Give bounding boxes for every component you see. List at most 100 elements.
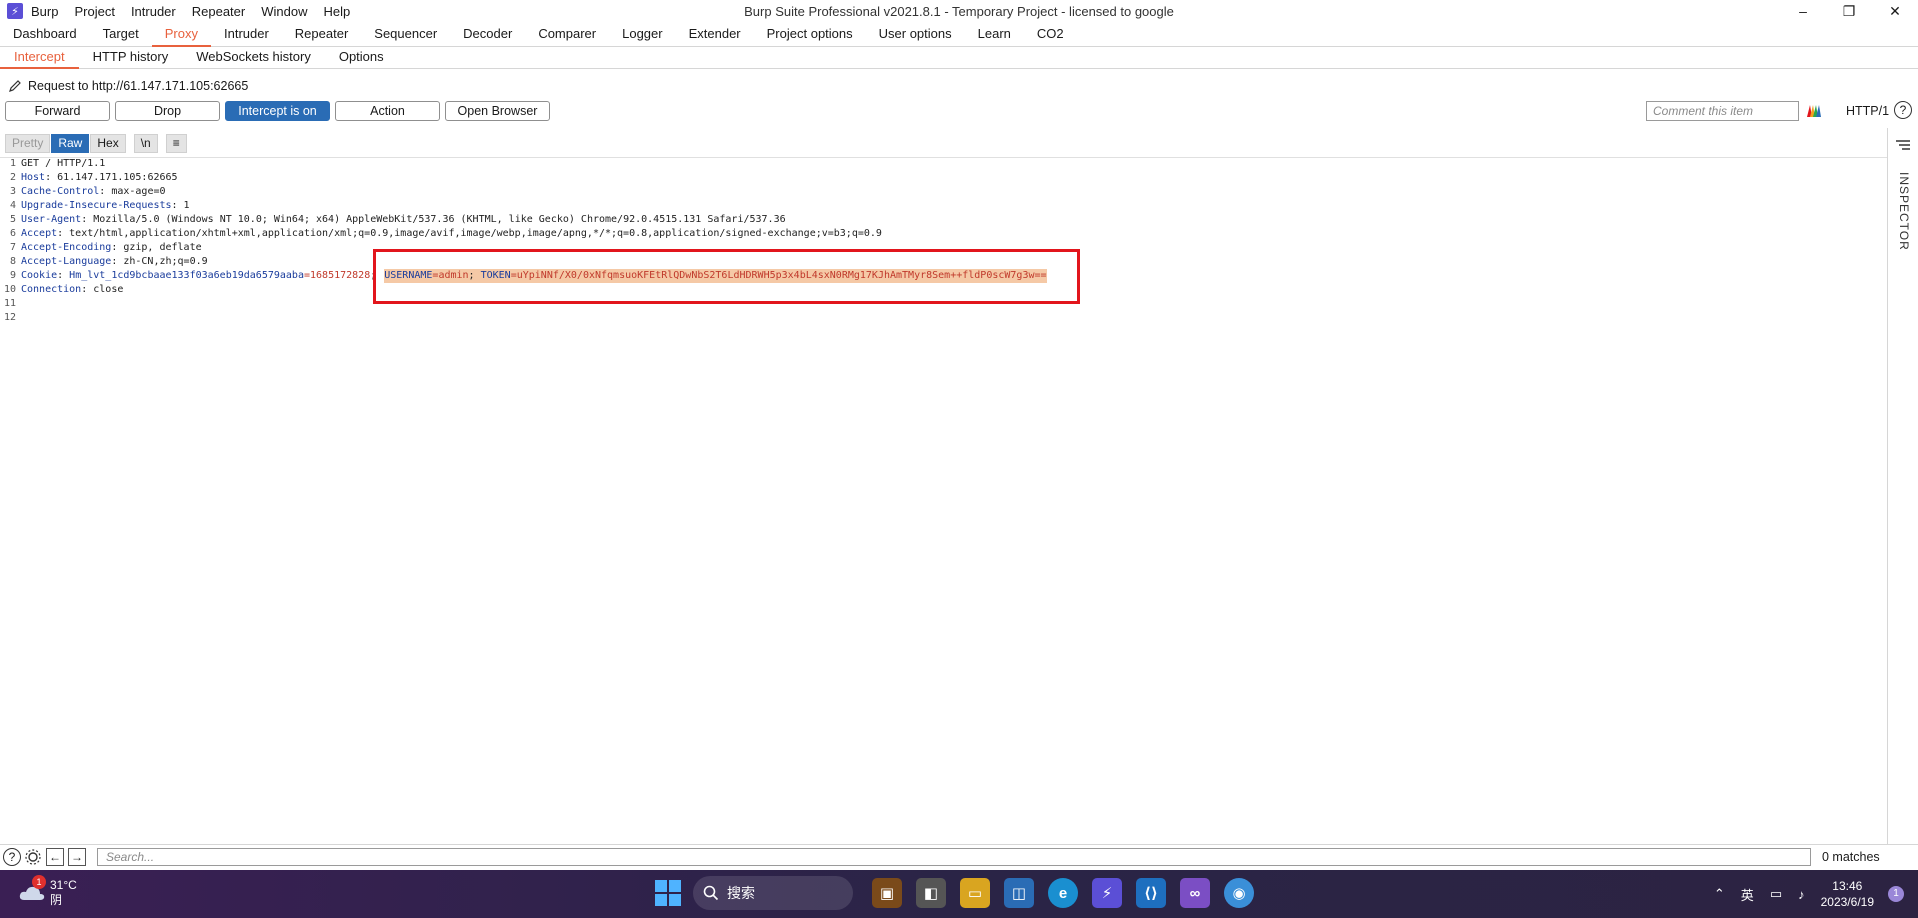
drop-button[interactable]: Drop <box>115 101 220 121</box>
inspector-settings-icon[interactable] <box>1896 140 1910 150</box>
tab-intruder[interactable]: Intruder <box>211 22 282 45</box>
tab-repeater[interactable]: Repeater <box>282 22 361 45</box>
intercept-toggle-button[interactable]: Intercept is on <box>225 101 330 121</box>
header-value: : close <box>81 284 124 295</box>
windows-start-icon[interactable] <box>655 880 681 906</box>
file-explorer-icon[interactable]: ▭ <box>960 878 990 908</box>
tab-sequencer[interactable]: Sequencer <box>361 22 450 45</box>
line-number: 1 <box>9 158 16 169</box>
show-newlines-button[interactable]: \n <box>133 134 158 153</box>
weather-badge: 1 <box>32 875 46 889</box>
minimize-button[interactable]: – <box>1780 0 1826 22</box>
notification-badge[interactable]: 1 <box>1888 886 1904 902</box>
comment-input[interactable]: Comment this item <box>1646 101 1799 121</box>
line-number: 11 <box>3 298 16 309</box>
clock-time: 13:46 <box>1832 879 1863 893</box>
tab-dashboard[interactable]: Dashboard <box>0 22 90 45</box>
message-view-toggle: Pretty Raw Hex \n ≡ <box>5 134 188 153</box>
header-name: User-Agent <box>21 214 82 225</box>
title-bar: ⚡ Burp Project Intruder Repeater Window … <box>0 0 1918 22</box>
header-line: 4 Upgrade-Insecure-Requests: 1 <box>0 199 1047 213</box>
tab-extender[interactable]: Extender <box>676 22 754 45</box>
header-name: Accept <box>21 228 58 239</box>
forward-arrow-icon[interactable]: → <box>68 848 86 866</box>
tab-learn[interactable]: Learn <box>965 22 1024 45</box>
search-input[interactable]: Search... <box>97 848 1811 866</box>
line-number: 2 <box>9 172 16 183</box>
proxy-sub-tab-bar: Intercept HTTP history WebSockets histor… <box>0 46 1918 69</box>
header-value: : 1 <box>171 200 190 211</box>
back-arrow-icon[interactable]: ← <box>46 848 64 866</box>
cookie-value: =1685172828 <box>303 270 371 281</box>
subtab-intercept[interactable]: Intercept <box>0 46 79 69</box>
match-count: 0 matches <box>1822 850 1880 864</box>
restore-button[interactable]: ❐ <box>1826 0 1872 22</box>
line-number: 3 <box>9 186 16 197</box>
menu-burp[interactable]: Burp <box>31 4 58 19</box>
weather-widget[interactable]: 31°C 阴 <box>18 878 77 908</box>
menu-project[interactable]: Project <box>74 4 114 19</box>
intercept-toolbar: Forward Drop Intercept is on Action Open… <box>5 101 555 121</box>
burp-suite-icon[interactable]: ⚡ <box>1092 878 1122 908</box>
header-line: 5 User-Agent: Mozilla/5.0 (Windows NT 10.… <box>0 213 1047 227</box>
main-tab-bar: Dashboard Target Proxy Intruder Repeater… <box>0 22 1918 47</box>
empty-line: 12 <box>0 311 1047 325</box>
edge-browser-icon[interactable]: e <box>1048 878 1078 908</box>
view-pretty-button[interactable]: Pretty <box>5 134 51 153</box>
action-button[interactable]: Action <box>335 101 440 121</box>
briefcase-app-icon[interactable]: ▣ <box>872 878 902 908</box>
taskbar-search[interactable]: 搜索 <box>693 876 853 910</box>
header-value: : text/html,application/xhtml+xml,applic… <box>57 228 882 239</box>
line-number: 12 <box>3 312 16 323</box>
weather-description: 阴 <box>50 893 63 907</box>
header-name: Accept-Encoding <box>21 242 112 253</box>
open-browser-button[interactable]: Open Browser <box>445 101 550 121</box>
header-line: 2 Host: 61.147.171.105:62665 <box>0 171 1047 185</box>
subtab-websockets-history[interactable]: WebSockets history <box>182 46 325 67</box>
header-name: Connection <box>21 284 82 295</box>
tab-comparer[interactable]: Comparer <box>525 22 609 45</box>
menu-intruder[interactable]: Intruder <box>131 4 176 19</box>
forward-button[interactable]: Forward <box>5 101 110 121</box>
menu-window[interactable]: Window <box>261 4 307 19</box>
clock-date: 2023/6/19 <box>1820 895 1874 909</box>
tab-user-options[interactable]: User options <box>866 22 965 45</box>
menu-repeater[interactable]: Repeater <box>192 4 245 19</box>
cookie-name: Hm_lvt_1cd9bcbaae133f03a6eb19da6579aaba <box>69 270 304 281</box>
volume-icon[interactable]: ♪ <box>1798 887 1805 902</box>
search-bar: ? ← → Search... 0 matches <box>0 844 1918 869</box>
tab-co2[interactable]: CO2 <box>1024 22 1077 45</box>
tab-proxy[interactable]: Proxy <box>151 22 211 47</box>
subtab-options[interactable]: Options <box>325 46 398 67</box>
inspector-tab[interactable]: INSPECTOR <box>1897 172 1911 251</box>
help-icon[interactable]: ? <box>1894 101 1912 119</box>
visual-studio-icon[interactable]: ∞ <box>1180 878 1210 908</box>
window-controls: – ❐ ✕ <box>1780 0 1918 22</box>
gear-icon[interactable] <box>24 848 42 866</box>
network-icon[interactable]: ▭ <box>1770 886 1782 902</box>
help-icon[interactable]: ? <box>3 848 21 866</box>
protocol-label[interactable]: HTTP/1 <box>1846 104 1889 118</box>
tab-target[interactable]: Target <box>90 22 152 45</box>
system-tray: ⌃ 英 ▭ ♪ 13:46 2023/6/19 1 <box>1714 870 1918 918</box>
view-raw-button[interactable]: Raw <box>51 134 90 153</box>
highlight-color-icon[interactable] <box>1804 101 1824 121</box>
chevron-up-icon[interactable]: ⌃ <box>1714 886 1725 902</box>
ime-indicator[interactable]: 英 <box>1741 885 1754 904</box>
store-icon[interactable]: ◫ <box>1004 878 1034 908</box>
header-value: : max-age=0 <box>99 186 166 197</box>
menu-help[interactable]: Help <box>323 4 350 19</box>
chrome-icon[interactable]: ◉ <box>1224 878 1254 908</box>
vscode-icon[interactable]: ⟨⟩ <box>1136 878 1166 908</box>
editor-menu-icon[interactable]: ≡ <box>165 134 187 153</box>
subtab-http-history[interactable]: HTTP history <box>79 46 183 67</box>
request-line-text: GET / HTTP/1.1 <box>21 158 106 169</box>
tab-project-options[interactable]: Project options <box>754 22 866 45</box>
view-hex-button[interactable]: Hex <box>90 134 126 153</box>
clock[interactable]: 13:46 2023/6/19 <box>1821 878 1874 910</box>
tab-decoder[interactable]: Decoder <box>450 22 525 45</box>
tab-logger[interactable]: Logger <box>609 22 675 45</box>
close-button[interactable]: ✕ <box>1872 0 1918 22</box>
header-value: : Mozilla/5.0 (Windows NT 10.0; Win64; x… <box>81 214 786 225</box>
task-view-icon[interactable]: ◧ <box>916 878 946 908</box>
